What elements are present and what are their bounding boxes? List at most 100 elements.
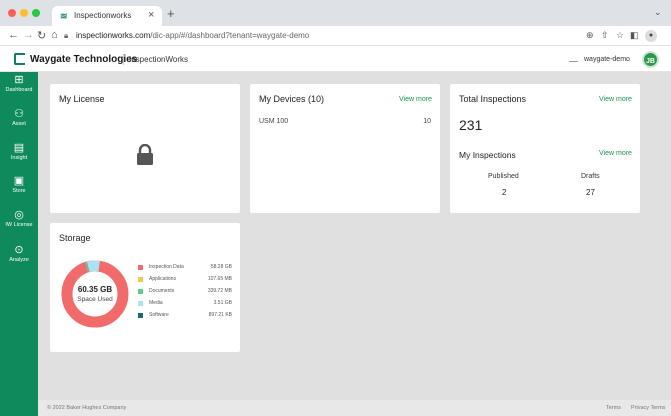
sidebar-item-label: Analyze xyxy=(9,257,29,263)
dashboard-icon: ⊞ xyxy=(14,74,24,86)
back-arrow-icon[interactable]: ← xyxy=(8,29,19,41)
forward-arrow-icon[interactable]: → xyxy=(23,29,34,41)
new-tab-icon[interactable]: + xyxy=(167,6,175,21)
total-inspections-value: 231 xyxy=(459,117,483,133)
storage-used-label: Space Used xyxy=(77,296,113,303)
profile-icon[interactable]: ● xyxy=(645,30,657,42)
sidebar-item-asset[interactable]: ⚇ Asset xyxy=(0,108,38,128)
storage-donut-chart xyxy=(61,260,129,328)
my-inspections-title: My Inspections xyxy=(459,150,516,160)
footer: © 2022 Baker Hughes Company Terms Privac… xyxy=(38,400,671,416)
tab-title: Inspectionworks xyxy=(74,11,132,20)
drafts-label: Drafts xyxy=(581,173,600,180)
url-host: inspectionworks.com xyxy=(76,31,151,40)
license-icon: ◎ xyxy=(14,209,24,221)
published-label: Published xyxy=(488,173,519,180)
published-value: 2 xyxy=(502,188,507,197)
legend-swatch xyxy=(138,313,143,318)
browser-tab[interactable]: ≋ Inspectionworks × xyxy=(52,6,162,26)
legend-item: Documents 339.72 MB xyxy=(138,288,232,298)
asset-icon: ⚇ xyxy=(14,108,24,120)
legend-item: Inspection Data 58.28 GB xyxy=(138,264,232,274)
privacy-terms-link[interactable]: Privacy Terms xyxy=(631,405,665,411)
url-path: /dic-app/#/dashboard?tenant=waygate-demo xyxy=(150,31,310,40)
legend-size: 58.28 GB xyxy=(210,264,232,270)
sidebar-item-analyze[interactable]: ⊙ Analyze xyxy=(0,244,38,264)
legend-name: Media xyxy=(149,300,163,306)
maximize-window-dot[interactable] xyxy=(32,9,40,17)
header-divider xyxy=(123,54,124,65)
devices-card: My Devices (10) View more USM 100 10 xyxy=(250,84,440,213)
card-title: Total Inspections xyxy=(459,94,527,104)
app-header: Waygate Technologies InspectionWorks way… xyxy=(0,46,671,72)
storage-used-value: 60.35 GB xyxy=(77,285,113,294)
terms-link[interactable]: Terms xyxy=(606,405,621,411)
store-icon: ▣ xyxy=(13,175,25,187)
legend-item: Applications 107.65 MB xyxy=(138,276,232,286)
list-item[interactable]: USM 100 10 xyxy=(259,118,431,130)
sidebar-item-store[interactable]: ▣ Store xyxy=(0,175,38,195)
minimize-window-dot[interactable] xyxy=(20,9,28,17)
legend-size: 339.72 MB xyxy=(207,288,232,294)
sidebar-item-label: Store xyxy=(12,188,26,194)
waygate-logo-icon xyxy=(14,53,25,65)
lock-icon: 🔒︎ xyxy=(64,31,69,40)
bookmark-star-icon[interactable]: ☆ xyxy=(616,30,624,41)
analyze-icon: ⊙ xyxy=(14,244,24,256)
insight-icon: ▤ xyxy=(13,142,25,154)
inspections-view-more-link[interactable]: View more xyxy=(599,96,632,103)
storage-card: Storage 60.35 GB Space Used Inspection D… xyxy=(50,223,240,352)
sidebar-item-label: Dashboard xyxy=(5,87,33,93)
sidebar-item-label: IW License xyxy=(5,222,33,228)
tenant-selector[interactable]: waygate-demo xyxy=(584,56,630,63)
product-name: InspectionWorks xyxy=(129,55,188,64)
legend-swatch xyxy=(138,289,143,294)
card-title: Storage xyxy=(59,233,91,243)
inspections-card: Total Inspections View more 231 My Inspe… xyxy=(450,84,640,213)
sidebar-item-label: Insight xyxy=(10,155,28,161)
brand-name: Waygate Technologies xyxy=(30,54,138,65)
zoom-icon[interactable]: ⊕ xyxy=(586,30,594,41)
devices-view-more-link[interactable]: View more xyxy=(399,96,432,103)
address-bar: ← → ↻ ⌂ 🔒︎ inspectionworks.com/dic-app/#/… xyxy=(0,26,671,46)
legend-size: 3.51 GB xyxy=(213,300,232,306)
donut-segment-inspection-data xyxy=(61,260,129,328)
close-window-dot[interactable] xyxy=(8,9,16,17)
legend-swatch xyxy=(138,301,143,306)
browser-tab-bar: ≋ Inspectionworks × + ⌄ xyxy=(0,0,671,26)
legend-size: 897.21 KB xyxy=(208,312,232,318)
legend-name: Software xyxy=(149,312,169,318)
sidebar-item-label: Asset xyxy=(12,121,26,127)
reload-icon[interactable]: ↻ xyxy=(37,29,46,42)
legend-name: Documents xyxy=(149,288,175,294)
home-icon[interactable]: ⌂ xyxy=(51,29,58,41)
legend-swatch xyxy=(138,277,143,282)
legend-item: Software 897.21 KB xyxy=(138,312,232,322)
legend-name: Inspection Data xyxy=(149,264,184,270)
card-title: My Devices (10) xyxy=(259,94,325,104)
license-card: My License xyxy=(50,84,240,213)
sidebar-item-iw-license[interactable]: ◎ IW License xyxy=(0,209,38,229)
copyright-text: © 2022 Baker Hughes Company xyxy=(47,405,127,411)
sidepanel-icon[interactable]: ◧ xyxy=(630,30,639,41)
url-field[interactable]: 🔒︎ inspectionworks.com/dic-app/#/dashboar… xyxy=(64,29,574,43)
lock-icon xyxy=(137,144,153,165)
device-name: USM 100 xyxy=(259,118,289,125)
favicon-icon: ≋ xyxy=(60,11,68,21)
share-icon[interactable]: ⇧ xyxy=(601,30,609,41)
legend-item: Media 3.51 GB xyxy=(138,300,232,310)
drafts-value: 27 xyxy=(586,188,595,197)
my-inspections-view-more-link[interactable]: View more xyxy=(599,150,632,157)
sidebar-item-dashboard[interactable]: ⊞ Dashboard xyxy=(0,74,38,94)
legend-size: 107.65 MB xyxy=(207,276,232,282)
card-title: My License xyxy=(59,94,105,104)
tenant-icon xyxy=(569,56,578,62)
chevron-down-icon[interactable]: ⌄ xyxy=(654,7,662,18)
sidebar-item-insight[interactable]: ▤ Insight xyxy=(0,142,38,162)
dashboard-content: My License My Devices (10) View more USM… xyxy=(38,72,671,416)
sidebar: ⊞ Dashboard ⚇ Asset ▤ Insight ▣ Store ◎ … xyxy=(0,72,38,416)
close-tab-icon[interactable]: × xyxy=(148,9,154,21)
legend-name: Applications xyxy=(149,276,176,282)
device-count: 10 xyxy=(423,118,431,125)
user-avatar[interactable]: JB xyxy=(642,51,659,68)
